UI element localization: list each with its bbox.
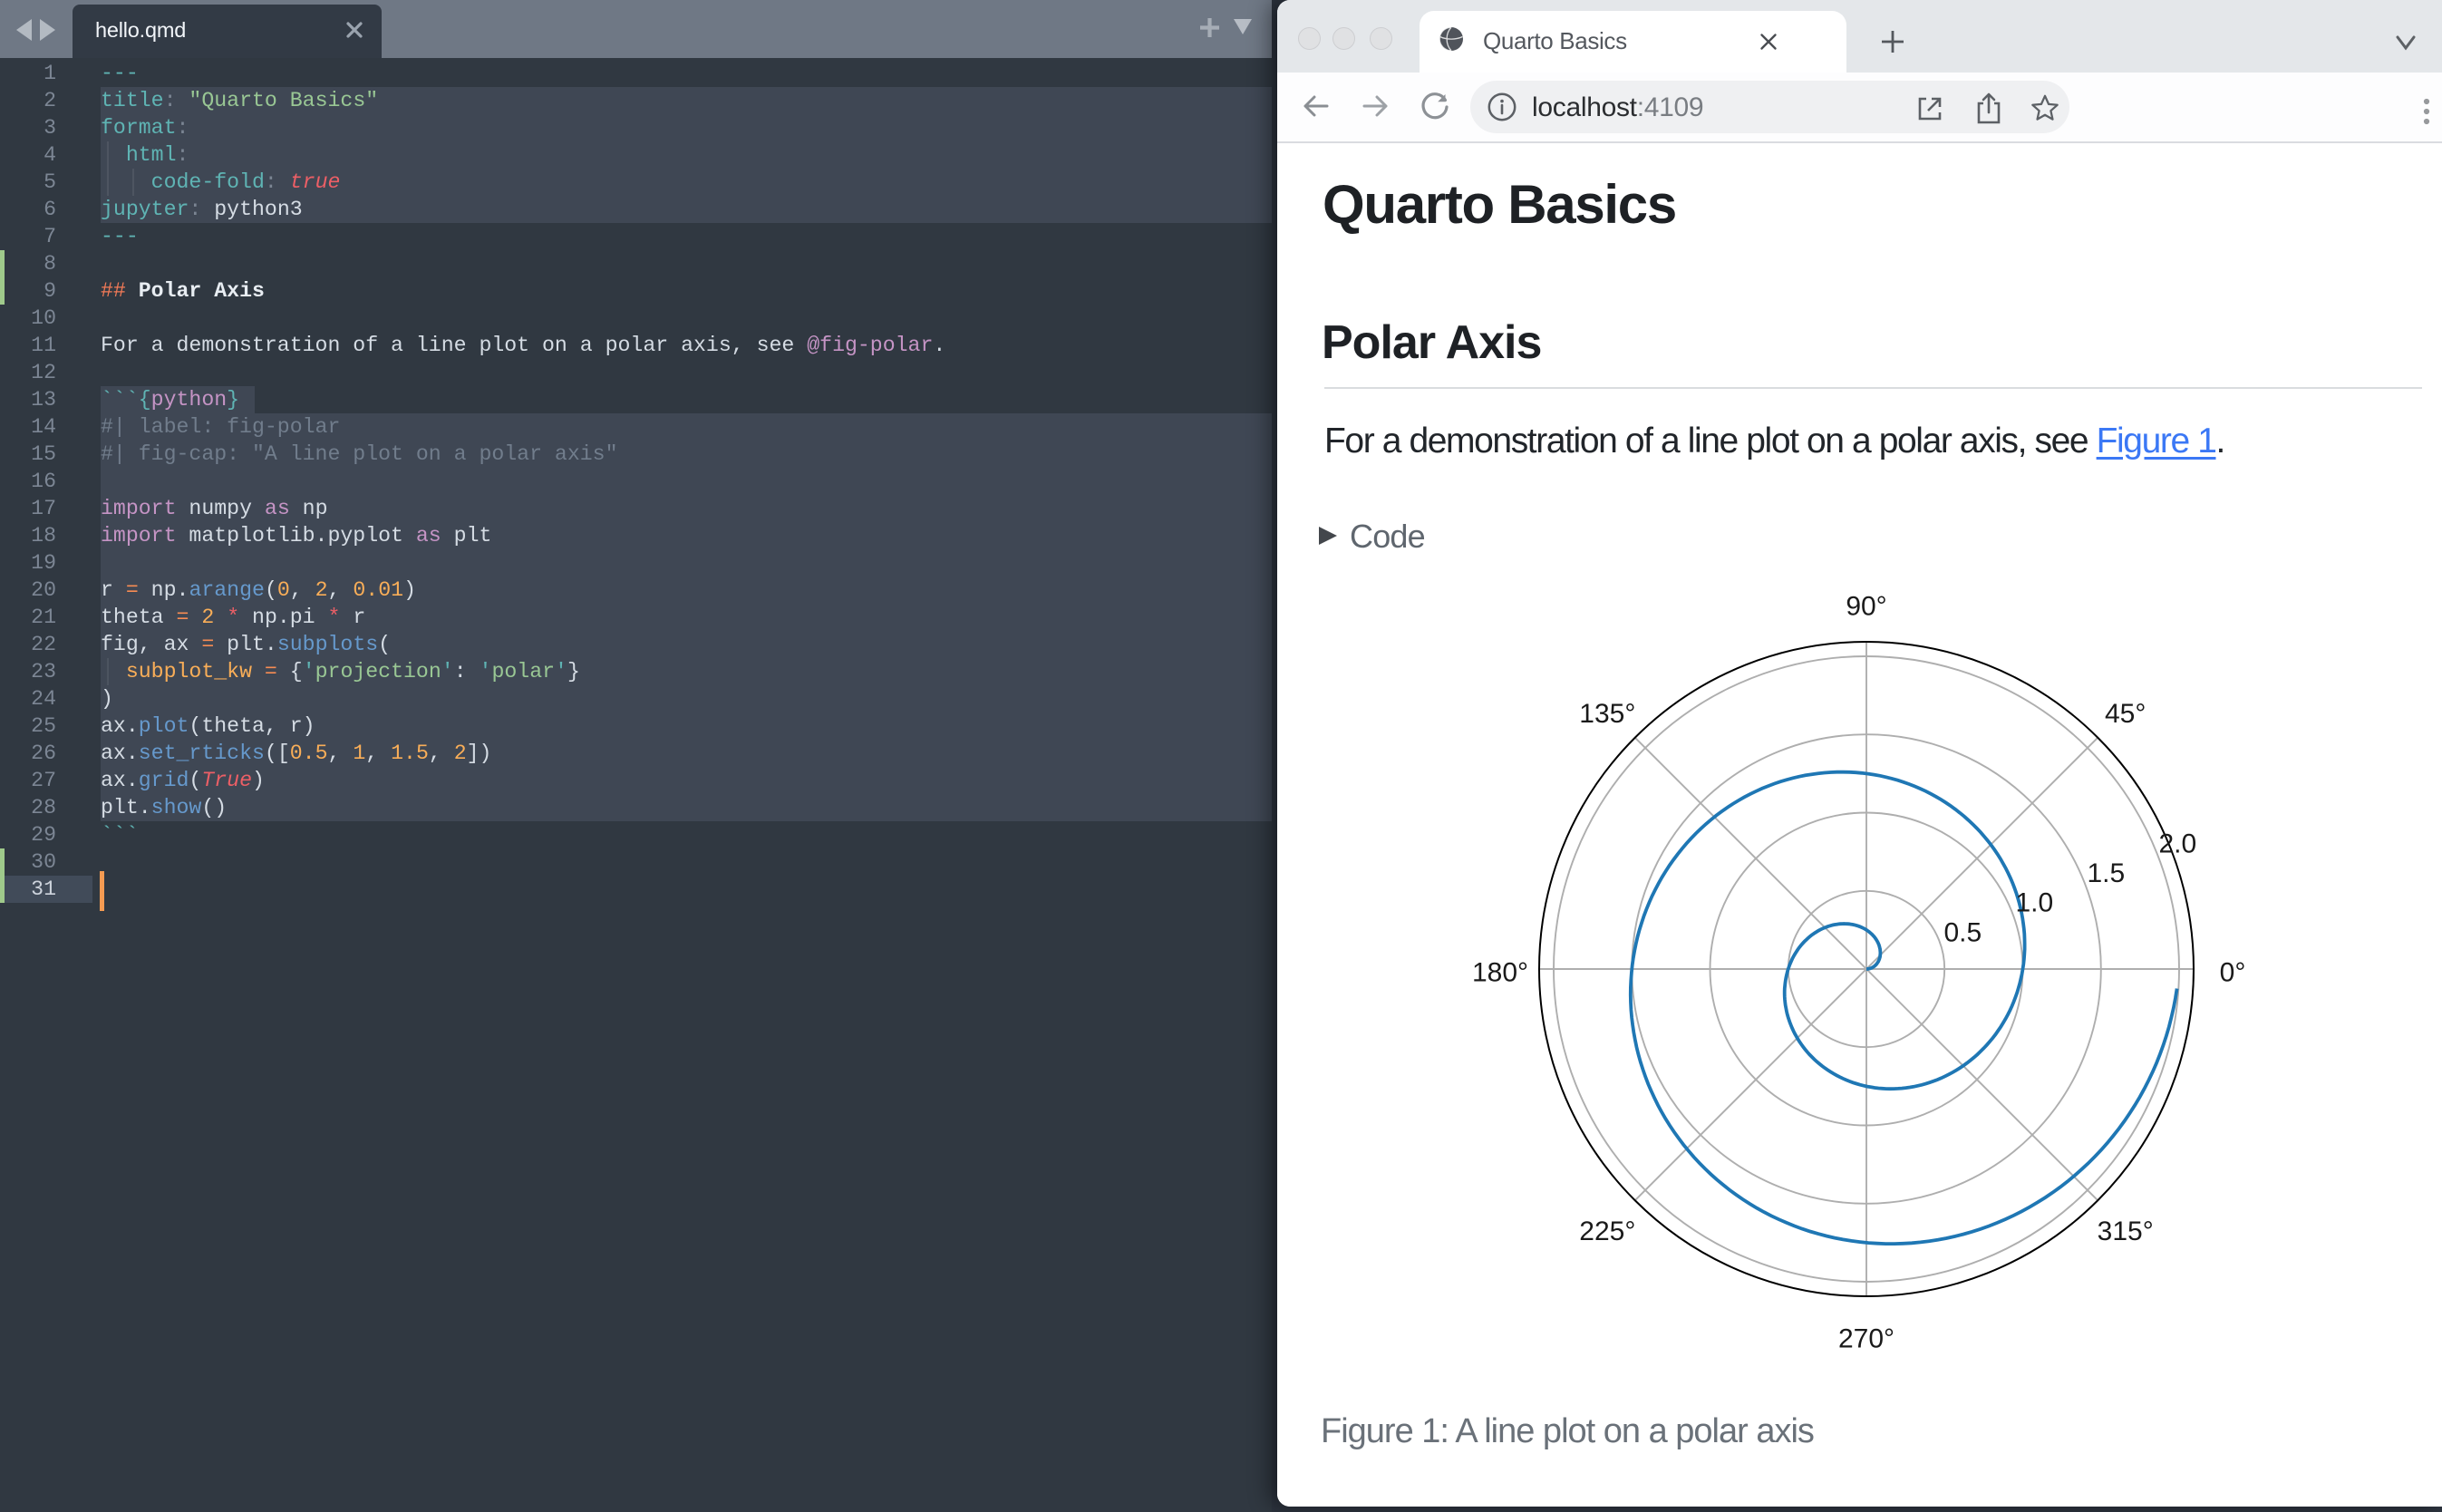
svg-text:315°: 315° <box>2098 1216 2154 1246</box>
svg-text:90°: 90° <box>1846 592 1886 622</box>
svg-text:270°: 270° <box>1838 1324 1894 1354</box>
svg-text:135°: 135° <box>1579 699 1635 729</box>
svg-text:0°: 0° <box>2220 958 2246 988</box>
svg-text:0.5: 0.5 <box>1943 918 1982 948</box>
svg-text:45°: 45° <box>2105 699 2146 729</box>
svg-text:1.0: 1.0 <box>2015 888 2053 918</box>
svg-text:180°: 180° <box>1472 958 1528 988</box>
svg-text:1.5: 1.5 <box>2087 858 2125 888</box>
svg-text:225°: 225° <box>1579 1216 1635 1246</box>
svg-text:2.0: 2.0 <box>2158 829 2196 858</box>
